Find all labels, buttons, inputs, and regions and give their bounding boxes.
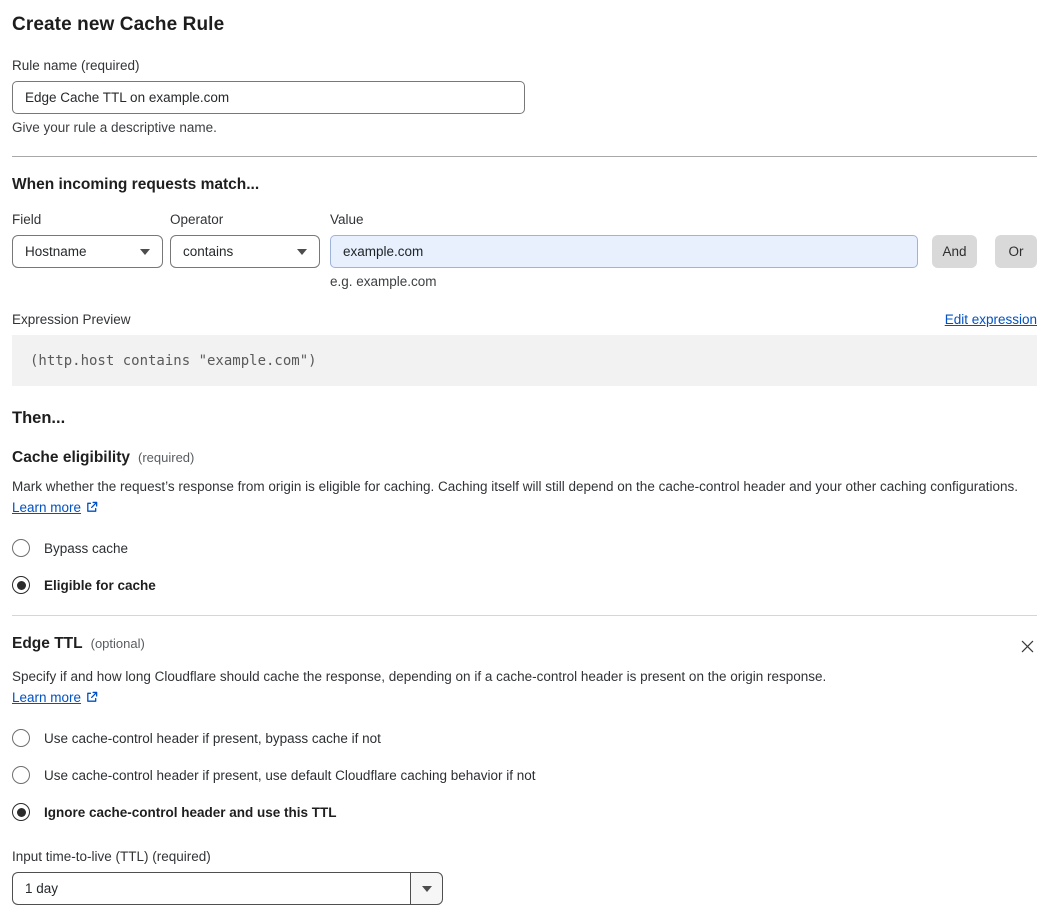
field-select[interactable]: Hostname <box>12 235 163 268</box>
chevron-down-icon <box>297 248 307 255</box>
field-column-label: Field <box>12 212 42 227</box>
chevron-down-icon <box>140 248 150 255</box>
operator-select[interactable]: contains <box>170 235 320 268</box>
ttl-select-arrow-button[interactable] <box>410 872 443 905</box>
close-icon[interactable] <box>1018 637 1037 659</box>
value-column-label: Value <box>330 212 364 227</box>
radio-icon[interactable] <box>12 539 30 557</box>
rule-name-input[interactable] <box>12 81 525 114</box>
create-cache-rule-form: Create new Cache Rule Rule name (require… <box>0 0 1058 917</box>
radio-icon[interactable] <box>12 729 30 747</box>
rule-name-label: Rule name (required) <box>12 58 140 73</box>
radio-option-bypass-cache[interactable]: Bypass cache <box>12 539 1037 557</box>
external-link-icon <box>85 499 99 520</box>
value-hint: e.g. example.com <box>330 274 437 289</box>
external-link-icon <box>85 689 99 710</box>
radio-option-ignore-header-use-ttl[interactable]: Ignore cache-control header and use this… <box>12 803 1037 821</box>
radio-icon[interactable] <box>12 766 30 784</box>
ttl-select[interactable]: 1 day <box>12 872 443 905</box>
operator-column-label: Operator <box>170 212 224 227</box>
ttl-select-value: 1 day <box>12 872 410 905</box>
edge-ttl-heading: Edge TTL <box>12 635 83 652</box>
ttl-label: Input time-to-live (TTL) (required) <box>12 849 211 864</box>
cache-eligibility-qualifier: (required) <box>138 450 195 465</box>
radio-option-use-header-bypass[interactable]: Use cache-control header if present, byp… <box>12 729 1037 747</box>
operator-select-value: contains <box>183 244 234 259</box>
edge-ttl-description: Specify if and how long Cloudflare shoul… <box>12 666 857 710</box>
radio-checked-icon[interactable] <box>12 803 30 821</box>
cache-eligibility-description: Mark whether the request’s response from… <box>12 476 1037 520</box>
value-input[interactable] <box>330 235 918 268</box>
section-divider <box>12 615 1037 616</box>
radio-checked-icon[interactable] <box>12 576 30 594</box>
match-heading: When incoming requests match... <box>12 176 260 193</box>
and-button[interactable]: And <box>932 235 977 268</box>
cache-eligibility-heading: Cache eligibility <box>12 449 131 466</box>
learn-more-link[interactable]: Learn more <box>12 690 81 705</box>
section-divider <box>12 156 1037 157</box>
or-button[interactable]: Or <box>995 235 1037 268</box>
edit-expression-link[interactable]: Edit expression <box>945 312 1037 327</box>
edge-ttl-qualifier: (optional) <box>90 636 145 651</box>
field-select-value: Hostname <box>25 244 87 259</box>
expression-preview-label: Expression Preview <box>12 312 131 327</box>
page-title: Create new Cache Rule <box>12 14 225 35</box>
then-heading: Then... <box>12 409 66 427</box>
radio-option-use-header-default[interactable]: Use cache-control header if present, use… <box>12 766 1037 784</box>
radio-option-eligible-for-cache[interactable]: Eligible for cache <box>12 576 1037 594</box>
learn-more-link[interactable]: Learn more <box>12 500 81 515</box>
expression-preview-code: (http.host contains "example.com") <box>12 335 1037 386</box>
chevron-down-icon <box>421 885 432 892</box>
rule-name-help: Give your rule a descriptive name. <box>12 120 217 135</box>
